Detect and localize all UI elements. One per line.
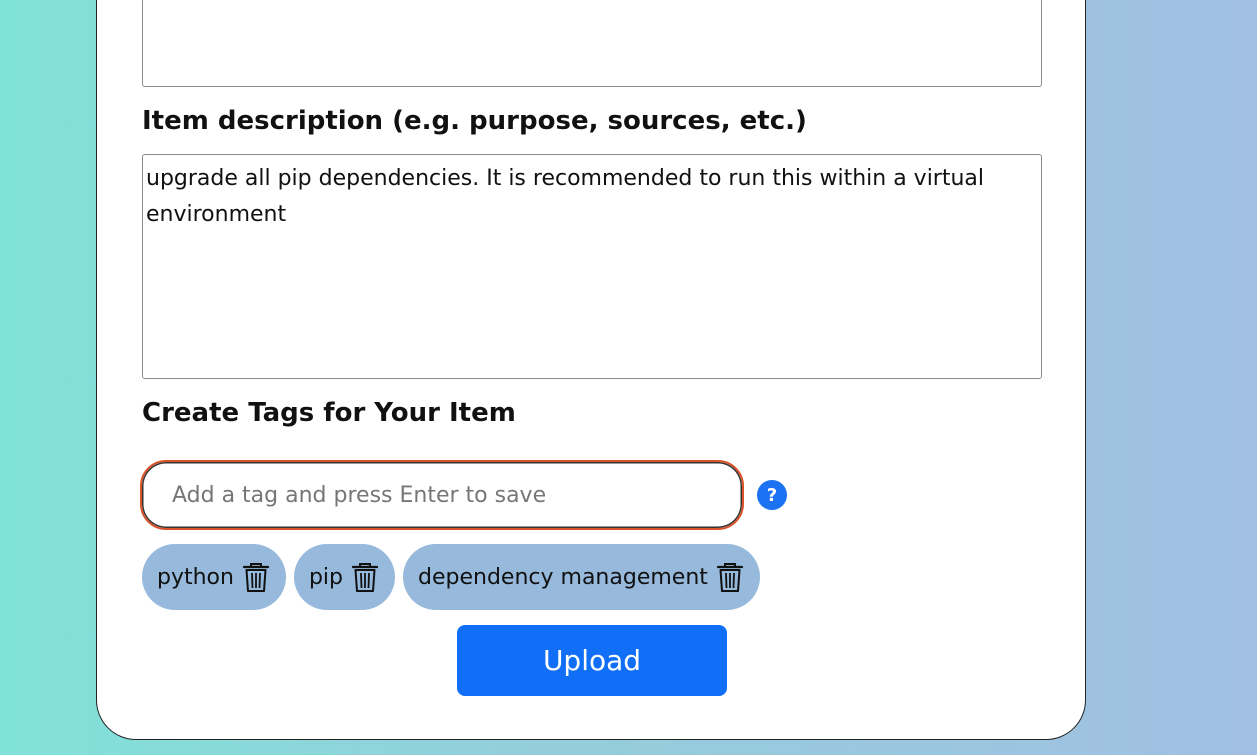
tag-label: dependency management — [418, 564, 708, 590]
tags-label: Create Tags for Your Item — [142, 398, 516, 428]
tag-input-container[interactable] — [140, 460, 744, 530]
tag-label: python — [157, 564, 234, 590]
trash-icon[interactable] — [351, 561, 379, 593]
tag-chip: dependency management — [403, 544, 760, 610]
upload-button[interactable]: Upload — [457, 625, 727, 696]
title-textarea[interactable] — [142, 0, 1042, 87]
help-icon[interactable]: ? — [757, 480, 787, 510]
tag-list: python pip dependency management — [142, 544, 760, 610]
tag-label: pip — [308, 564, 344, 590]
description-textarea[interactable]: upgrade all pip dependencies. It is reco… — [142, 154, 1042, 379]
tag-chip: python — [142, 544, 286, 610]
description-label: Item description (e.g. purpose, sources,… — [142, 106, 807, 136]
tag-input[interactable] — [172, 476, 712, 514]
tag-chip: pip — [293, 544, 396, 610]
trash-icon[interactable] — [242, 561, 270, 593]
trash-icon[interactable] — [716, 561, 744, 593]
